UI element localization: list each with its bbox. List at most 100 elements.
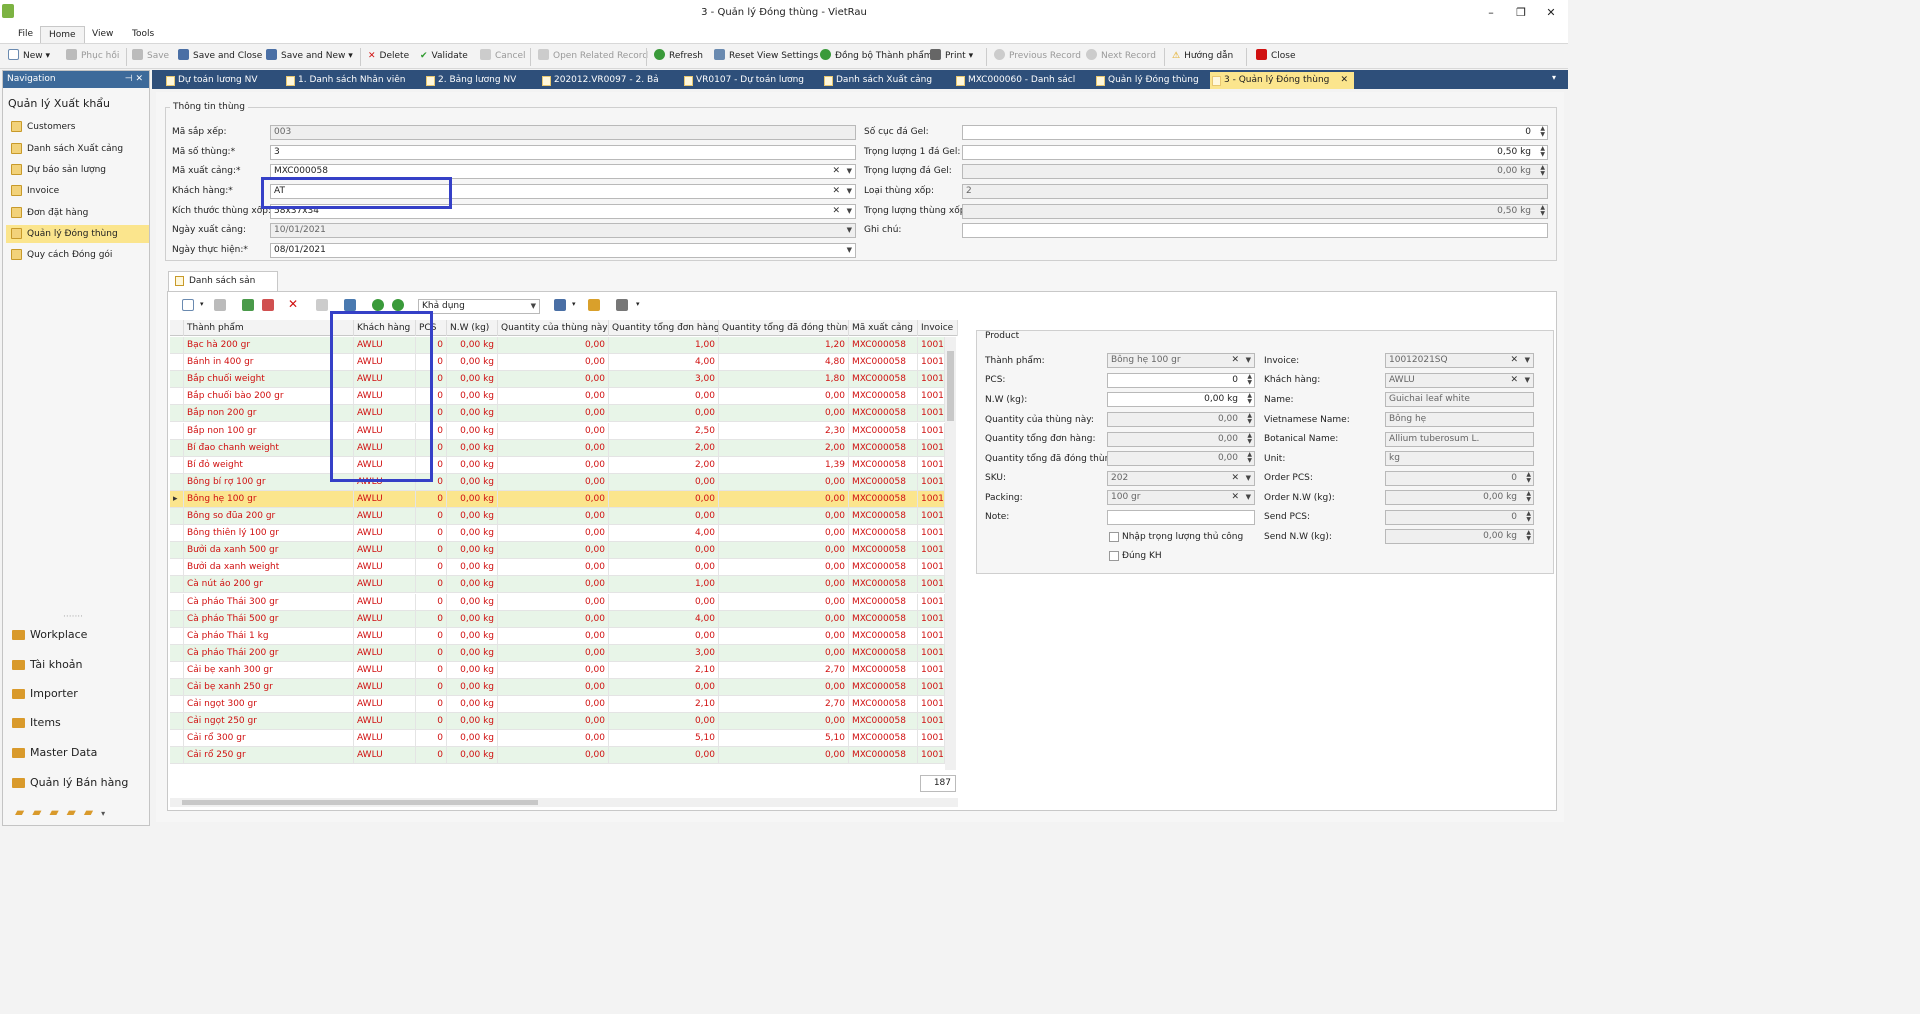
cell-qty-da-dong[interactable]: 4,80 [719, 354, 849, 372]
cell-nw[interactable]: 0,00 kg [447, 542, 498, 560]
cell-qty-thung[interactable]: 0,00 [498, 354, 609, 372]
cell-qty-da-dong[interactable]: 0,00 [719, 644, 849, 662]
cell-qty-tong[interactable]: 0,00 [609, 508, 719, 525]
spinner-icon[interactable]: ▲ ▼ [1540, 146, 1545, 158]
export-icon[interactable] [554, 299, 566, 311]
cell-qty-thung[interactable]: 0,00 [498, 439, 609, 457]
sync-products-button[interactable]: Đồng bộ Thành phẩm [820, 48, 933, 65]
tools-icon[interactable] [588, 299, 600, 311]
tab-product-list[interactable]: Danh sách sản phẩm [168, 271, 278, 304]
table-row[interactable]: Cải bẹ xanh 250 gr AWLU 0 0,00 kg 0,00 0,00 0,… [170, 679, 945, 696]
next-record-button[interactable]: Next Record [1086, 48, 1156, 65]
cell-qty-tong[interactable]: 2,50 [609, 422, 719, 440]
cell-invoice[interactable]: 10012 [918, 713, 945, 731]
product-note-input[interactable] [1107, 510, 1255, 525]
chevron-down-icon[interactable]: ▾ [200, 300, 204, 308]
clear-icon[interactable]: ✕ [832, 205, 840, 218]
tab-list-dropdown[interactable]: ▾ [1552, 73, 1556, 82]
cell-pcs[interactable]: 0 [416, 679, 447, 696]
box-type-input[interactable]: 2 [962, 184, 1548, 199]
guide-button[interactable]: ⚠ Hướng dẫn [1172, 48, 1233, 65]
cell-ma-xuat-cang[interactable]: MXC000058 [849, 371, 918, 389]
cell-thanh-pham[interactable]: Bắp chuối weight [184, 371, 354, 389]
cell-qty-tong[interactable]: 0,00 [609, 593, 719, 611]
cell-ma-xuat-cang[interactable]: MXC000058 [849, 559, 918, 577]
clear-icon[interactable]: ✕ [832, 185, 840, 198]
order-nw-input[interactable]: 0,00 kg ▲ ▼ [1385, 490, 1534, 505]
cell-qty-tong[interactable]: 0,00 [609, 490, 719, 508]
chevron-down-icon[interactable]: ▼ [847, 224, 852, 237]
col-invoice[interactable]: Invoice [918, 320, 958, 336]
menu-file[interactable]: File [10, 26, 41, 43]
nav-item-quan-ly-dong-thung[interactable]: Quản lý Đóng thùng [6, 225, 149, 243]
cell-invoice[interactable]: 10012 [918, 337, 945, 354]
row-indicator[interactable] [170, 559, 184, 577]
table-row[interactable]: Bông bí rợ 100 gr AWLU 0 0,00 kg 0,00 0,00 0,0… [170, 473, 945, 491]
cell-thanh-pham[interactable]: Cải rổ 300 gr [184, 730, 354, 748]
table-row[interactable]: Bắp chuối weight AWLU 0 0,00 kg 0,00 3,00 1,80… [170, 371, 945, 389]
chevron-down-icon[interactable]: ▼ [1525, 374, 1530, 387]
cell-qty-tong[interactable]: 0,00 [609, 747, 719, 765]
table-row[interactable]: Bắp chuối bào 200 gr AWLU 0 0,00 kg 0,00 0,00… [170, 388, 945, 406]
cell-nw[interactable]: 0,00 kg [447, 508, 498, 525]
tab-202012-vr0097[interactable]: 202012.VR0097 - 2. Bả [540, 72, 659, 89]
chevron-down-icon[interactable]: ▾ [636, 300, 640, 308]
cell-qty-thung[interactable]: 0,00 [498, 542, 609, 560]
pcs-input[interactable]: 0 ▲ ▼ [1107, 373, 1255, 388]
spinner-icon[interactable]: ▲ ▼ [1247, 433, 1252, 445]
cell-qty-tong[interactable]: 1,00 [609, 337, 719, 354]
nav-item-don-dat-hang[interactable]: Đơn đặt hàng [6, 204, 149, 222]
cell-qty-da-dong[interactable]: 0,00 [719, 559, 849, 577]
cell-qty-thung[interactable]: 0,00 [498, 747, 609, 765]
send-nw-input[interactable]: 0,00 kg ▲ ▼ [1385, 529, 1534, 544]
grid-vertical-scrollbar[interactable] [945, 337, 956, 770]
refresh-button[interactable]: Refresh [654, 48, 703, 65]
clear-icon[interactable]: ✕ [832, 165, 840, 178]
cell-thanh-pham[interactable]: Cải bẹ xanh 300 gr [184, 661, 354, 679]
cell-qty-tong[interactable]: 5,10 [609, 730, 719, 748]
cell-nw[interactable]: 0,00 kg [447, 679, 498, 696]
manual-weight-checkbox[interactable] [1109, 532, 1119, 542]
row-indicator[interactable] [170, 610, 184, 628]
cell-khach-hang[interactable]: AWLU [354, 525, 416, 543]
table-row[interactable]: Bí đao chanh weight AWLU 0 0,00 kg 0,00 2,00 2… [170, 439, 945, 457]
cell-ma-xuat-cang[interactable]: MXC000058 [849, 388, 918, 406]
clear-icon[interactable]: ✕ [1510, 374, 1518, 387]
chevron-down-icon[interactable]: ▼ [1246, 354, 1251, 367]
new-row-icon[interactable] [182, 299, 194, 311]
cell-qty-tong[interactable]: 4,00 [609, 354, 719, 372]
row-indicator[interactable] [170, 627, 184, 645]
cell-qty-da-dong[interactable]: 0,00 [719, 610, 849, 628]
cell-thanh-pham[interactable]: Cà pháo Thái 1 kg [184, 627, 354, 645]
spinner-icon[interactable]: ▲ ▼ [1526, 530, 1531, 542]
cell-qty-thung[interactable]: 0,00 [498, 456, 609, 474]
qty-total-input[interactable]: 0,00 ▲ ▼ [1107, 432, 1255, 447]
cell-qty-thung[interactable]: 0,00 [498, 490, 609, 508]
cell-qty-thung[interactable]: 0,00 [498, 388, 609, 406]
cell-ma-xuat-cang[interactable]: MXC000058 [849, 490, 918, 508]
cell-qty-thung[interactable]: 0,00 [498, 696, 609, 714]
menu-tools[interactable]: Tools [124, 26, 162, 43]
cell-pcs[interactable]: 0 [416, 713, 447, 731]
unit-input[interactable]: kg [1385, 451, 1534, 466]
cell-qty-tong[interactable]: 0,00 [609, 559, 719, 577]
cell-ma-xuat-cang[interactable]: MXC000058 [849, 679, 918, 696]
settings-icon[interactable] [616, 299, 628, 311]
cell-invoice[interactable]: 10012 [918, 405, 945, 423]
tab-mxc000060[interactable]: MXC000060 - Danh sácl [954, 72, 1075, 89]
cell-khach-hang[interactable]: AWLU [354, 559, 416, 577]
cell-ma-xuat-cang[interactable]: MXC000058 [849, 696, 918, 714]
clear-icon[interactable]: ✕ [1231, 491, 1239, 504]
filter-select[interactable]: Khả dụng ▼ [418, 299, 540, 314]
cell-pcs[interactable]: 0 [416, 490, 447, 508]
correct-customer-checkbox[interactable] [1109, 551, 1119, 561]
send-pcs-input[interactable]: 0 ▲ ▼ [1385, 510, 1534, 525]
row-indicator[interactable] [170, 439, 184, 457]
spinner-icon[interactable]: ▲ ▼ [1247, 393, 1252, 405]
cell-pcs[interactable]: 0 [416, 661, 447, 679]
cell-nw[interactable]: 0,00 kg [447, 747, 498, 765]
cell-khach-hang[interactable]: AWLU [354, 747, 416, 765]
cell-qty-thung[interactable]: 0,00 [498, 713, 609, 731]
cell-thanh-pham[interactable]: Cà pháo Thái 500 gr [184, 610, 354, 628]
cell-ma-xuat-cang[interactable]: MXC000058 [849, 593, 918, 611]
